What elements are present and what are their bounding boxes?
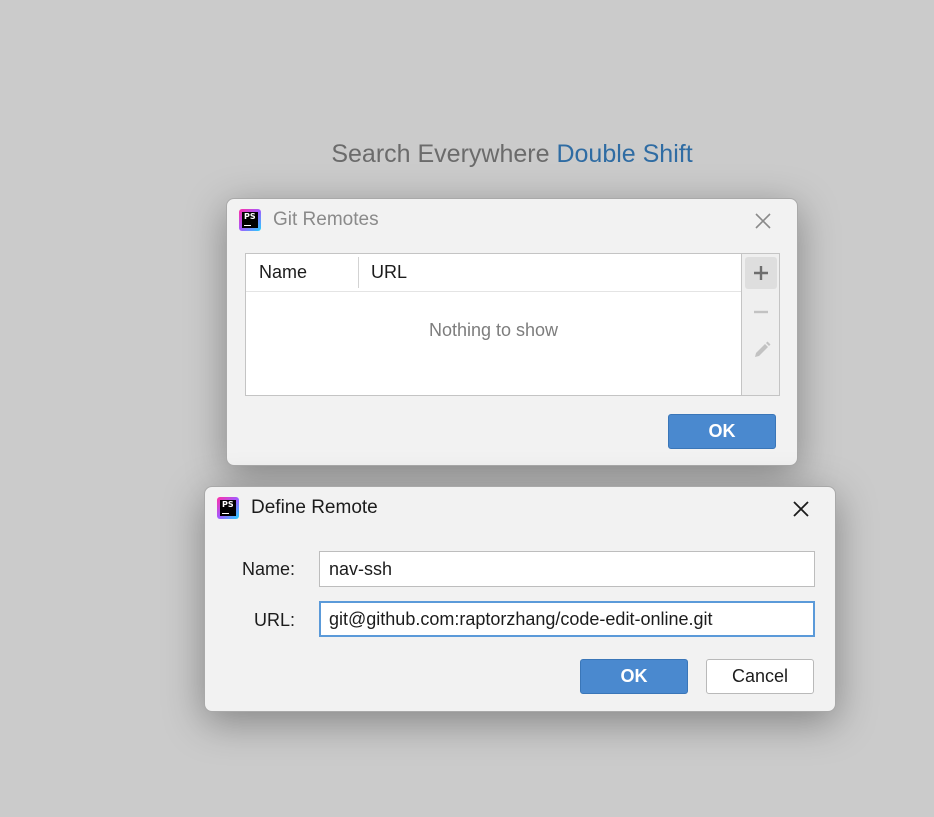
table-header: Name URL <box>246 254 741 292</box>
url-label: URL: <box>253 610 295 630</box>
column-divider[interactable] <box>358 257 359 288</box>
desktop-background: Search Everywhere Double Shift PS Git Re… <box>0 0 934 817</box>
search-hint-shortcut: Double Shift <box>556 140 693 168</box>
search-hint-text: Search Everywhere <box>331 140 550 168</box>
column-header-url[interactable]: URL <box>371 254 407 291</box>
empty-table-message: Nothing to show <box>428 320 559 340</box>
dialog-title: Define Remote <box>251 497 378 518</box>
close-icon[interactable] <box>751 209 775 233</box>
remove-icon[interactable] <box>745 296 777 328</box>
ok-button[interactable]: OK <box>668 414 776 449</box>
app-icon-text: PS <box>222 500 234 509</box>
column-header-name[interactable]: Name <box>259 254 307 291</box>
add-icon[interactable] <box>745 257 777 289</box>
name-label: Name: <box>241 559 295 579</box>
git-remotes-dialog: PS Git Remotes Name URL Nothing to show <box>226 198 798 466</box>
table-toolbar <box>742 253 780 396</box>
app-icon-text: PS <box>244 212 256 221</box>
remotes-table[interactable]: Name URL Nothing to show <box>245 253 742 396</box>
url-input[interactable]: git@github.com:raptorzhang/code-edit-onl… <box>319 601 815 637</box>
phpstorm-app-icon: PS <box>217 497 239 519</box>
edit-icon[interactable] <box>745 335 777 367</box>
define-remote-dialog: PS Define Remote Name: nav-ssh URL: git@… <box>204 486 836 712</box>
dialog-title: Git Remotes <box>273 209 379 230</box>
search-everywhere-hint: Search Everywhere Double Shift <box>0 140 934 169</box>
phpstorm-app-icon: PS <box>239 209 261 231</box>
name-input[interactable]: nav-ssh <box>319 551 815 587</box>
cancel-button[interactable]: Cancel <box>706 659 814 694</box>
ok-button[interactable]: OK <box>580 659 688 694</box>
close-icon[interactable] <box>789 497 813 521</box>
